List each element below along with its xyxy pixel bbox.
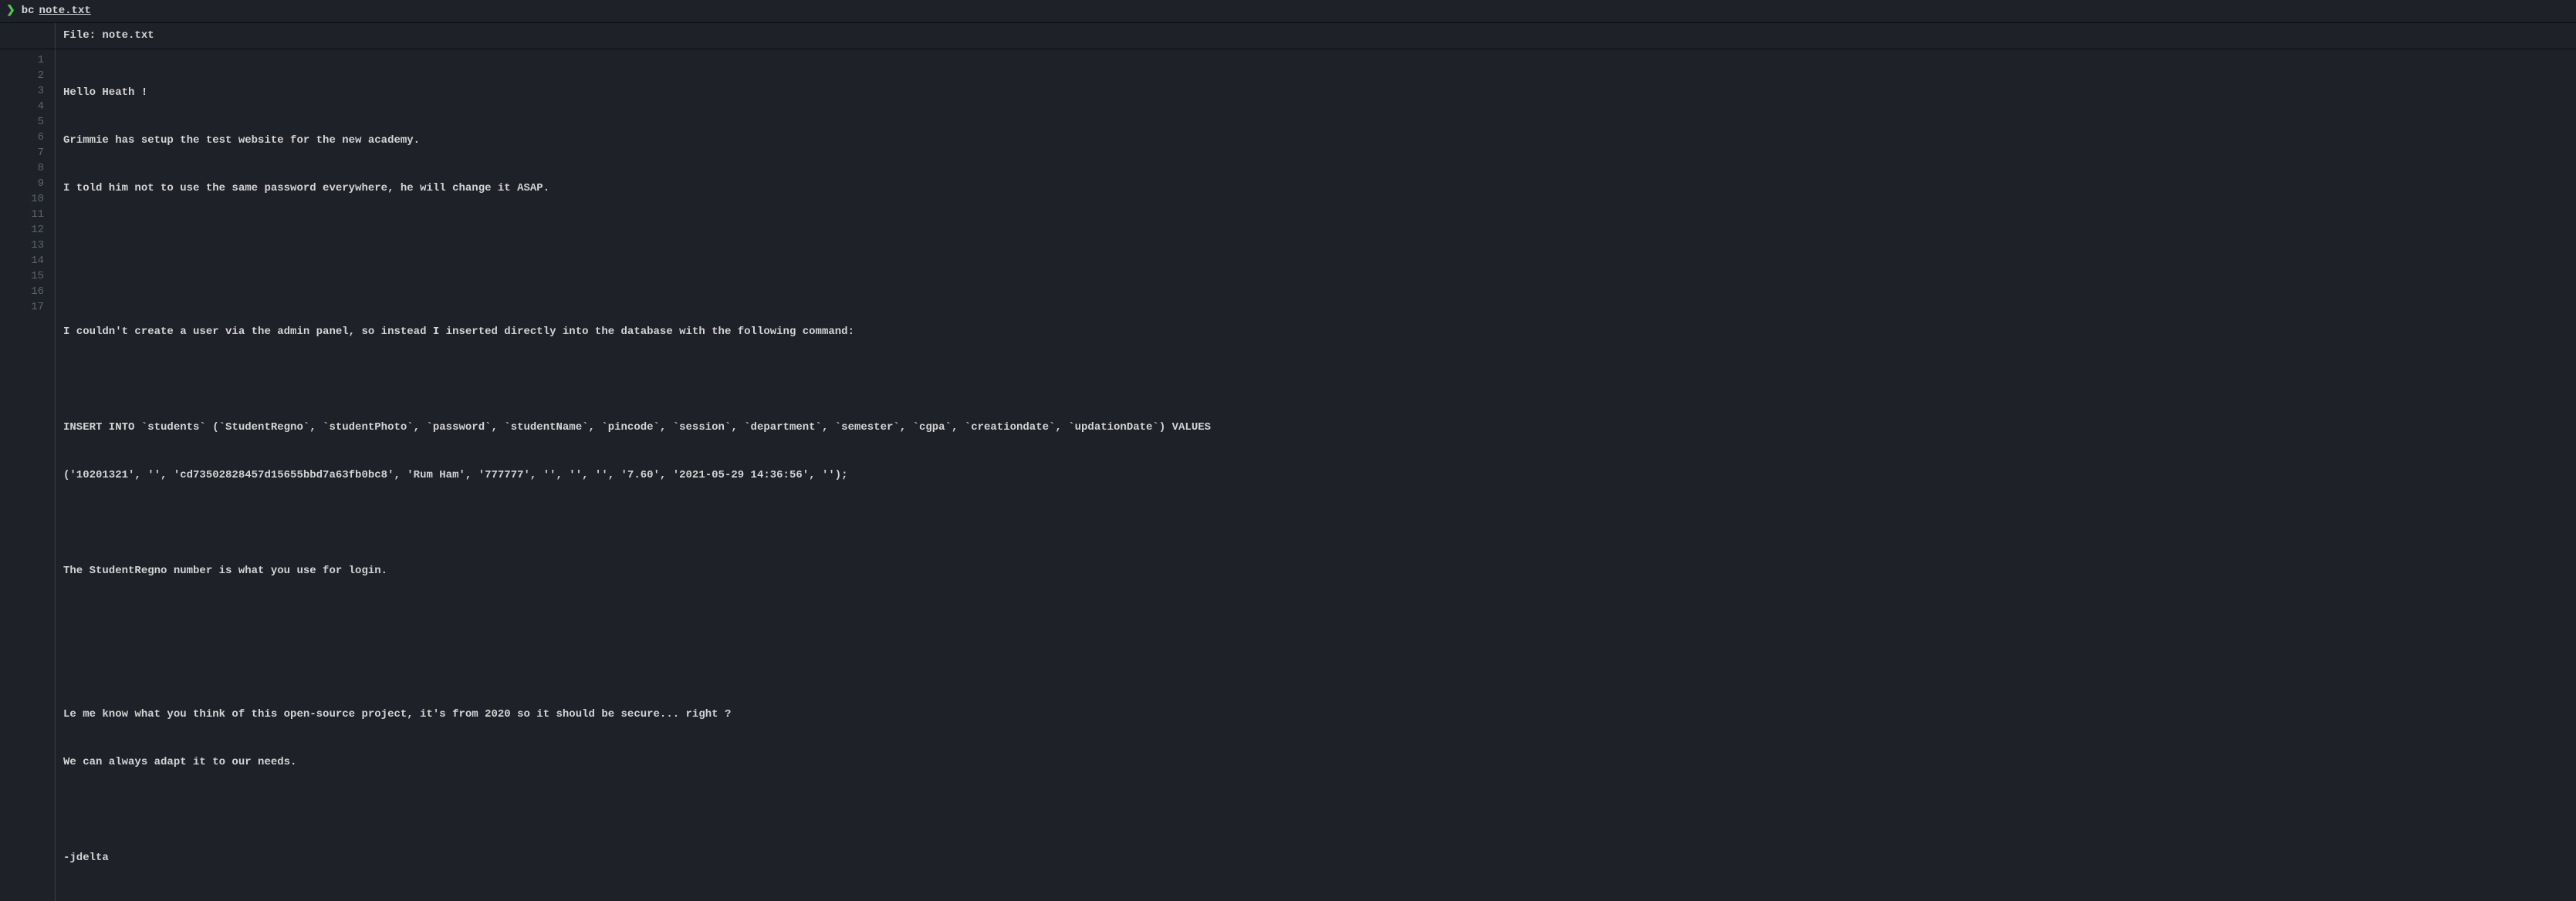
code-line	[63, 611, 1211, 626]
line-number: 2	[3, 68, 44, 83]
code-line: We can always adapt it to our needs.	[63, 754, 1211, 770]
code-line: Grimmie has setup the test website for t…	[63, 133, 1211, 148]
file-header-row: File: note.txt	[0, 23, 2576, 49]
command-text: bc	[22, 3, 35, 19]
line-number: 17	[3, 299, 44, 315]
code-line	[63, 372, 1211, 387]
code-line: Le me know what you think of this open-s…	[63, 707, 1211, 722]
code-line: The StudentRegno number is what you use …	[63, 563, 1211, 579]
code-line: -jdelta	[63, 850, 1211, 866]
command-argument: note.txt	[39, 3, 91, 19]
terminal-window: ❯ bc note.txt File: note.txt 1 2 3 4 5 6…	[0, 0, 2576, 901]
code-line	[63, 515, 1211, 531]
line-number: 13	[3, 238, 44, 253]
line-number: 4	[3, 99, 44, 114]
prompt-symbol-icon: ❯	[6, 3, 15, 19]
code-line	[63, 228, 1211, 244]
line-number: 8	[3, 160, 44, 176]
code-line	[63, 802, 1211, 818]
code-line: Hello Heath !	[63, 85, 1211, 100]
line-number: 7	[3, 145, 44, 160]
line-number-gutter: 1 2 3 4 5 6 7 8 9 10 11 12 13 14 15 16 1…	[0, 49, 56, 901]
line-number: 6	[3, 130, 44, 145]
line-number: 3	[3, 83, 44, 99]
gutter-spacer	[0, 23, 56, 49]
line-number: 15	[3, 268, 44, 284]
code-line: ('10201321', '', 'cd73502828457d15655bbd…	[63, 467, 1211, 483]
line-number: 14	[3, 253, 44, 268]
line-number: 1	[3, 52, 44, 68]
code-line: I told him not to use the same password …	[63, 181, 1211, 196]
code-line: I couldn't create a user via the admin p…	[63, 324, 1211, 339]
file-name: note.txt	[102, 29, 154, 42]
code-line: INSERT INTO `students` (`StudentRegno`, …	[63, 420, 1211, 435]
line-number: 9	[3, 176, 44, 191]
file-label: File:	[63, 29, 96, 42]
line-number: 11	[3, 207, 44, 222]
file-content[interactable]: Hello Heath ! Grimmie has setup the test…	[56, 49, 1219, 901]
file-header-content: File: note.txt	[56, 23, 162, 49]
command-prompt-line[interactable]: ❯ bc note.txt	[0, 0, 2576, 23]
line-number: 10	[3, 191, 44, 207]
code-line	[63, 276, 1211, 292]
code-body: 1 2 3 4 5 6 7 8 9 10 11 12 13 14 15 16 1…	[0, 49, 2576, 901]
line-number: 16	[3, 284, 44, 299]
line-number: 12	[3, 222, 44, 238]
code-line	[63, 659, 1211, 674]
line-number: 5	[3, 114, 44, 130]
